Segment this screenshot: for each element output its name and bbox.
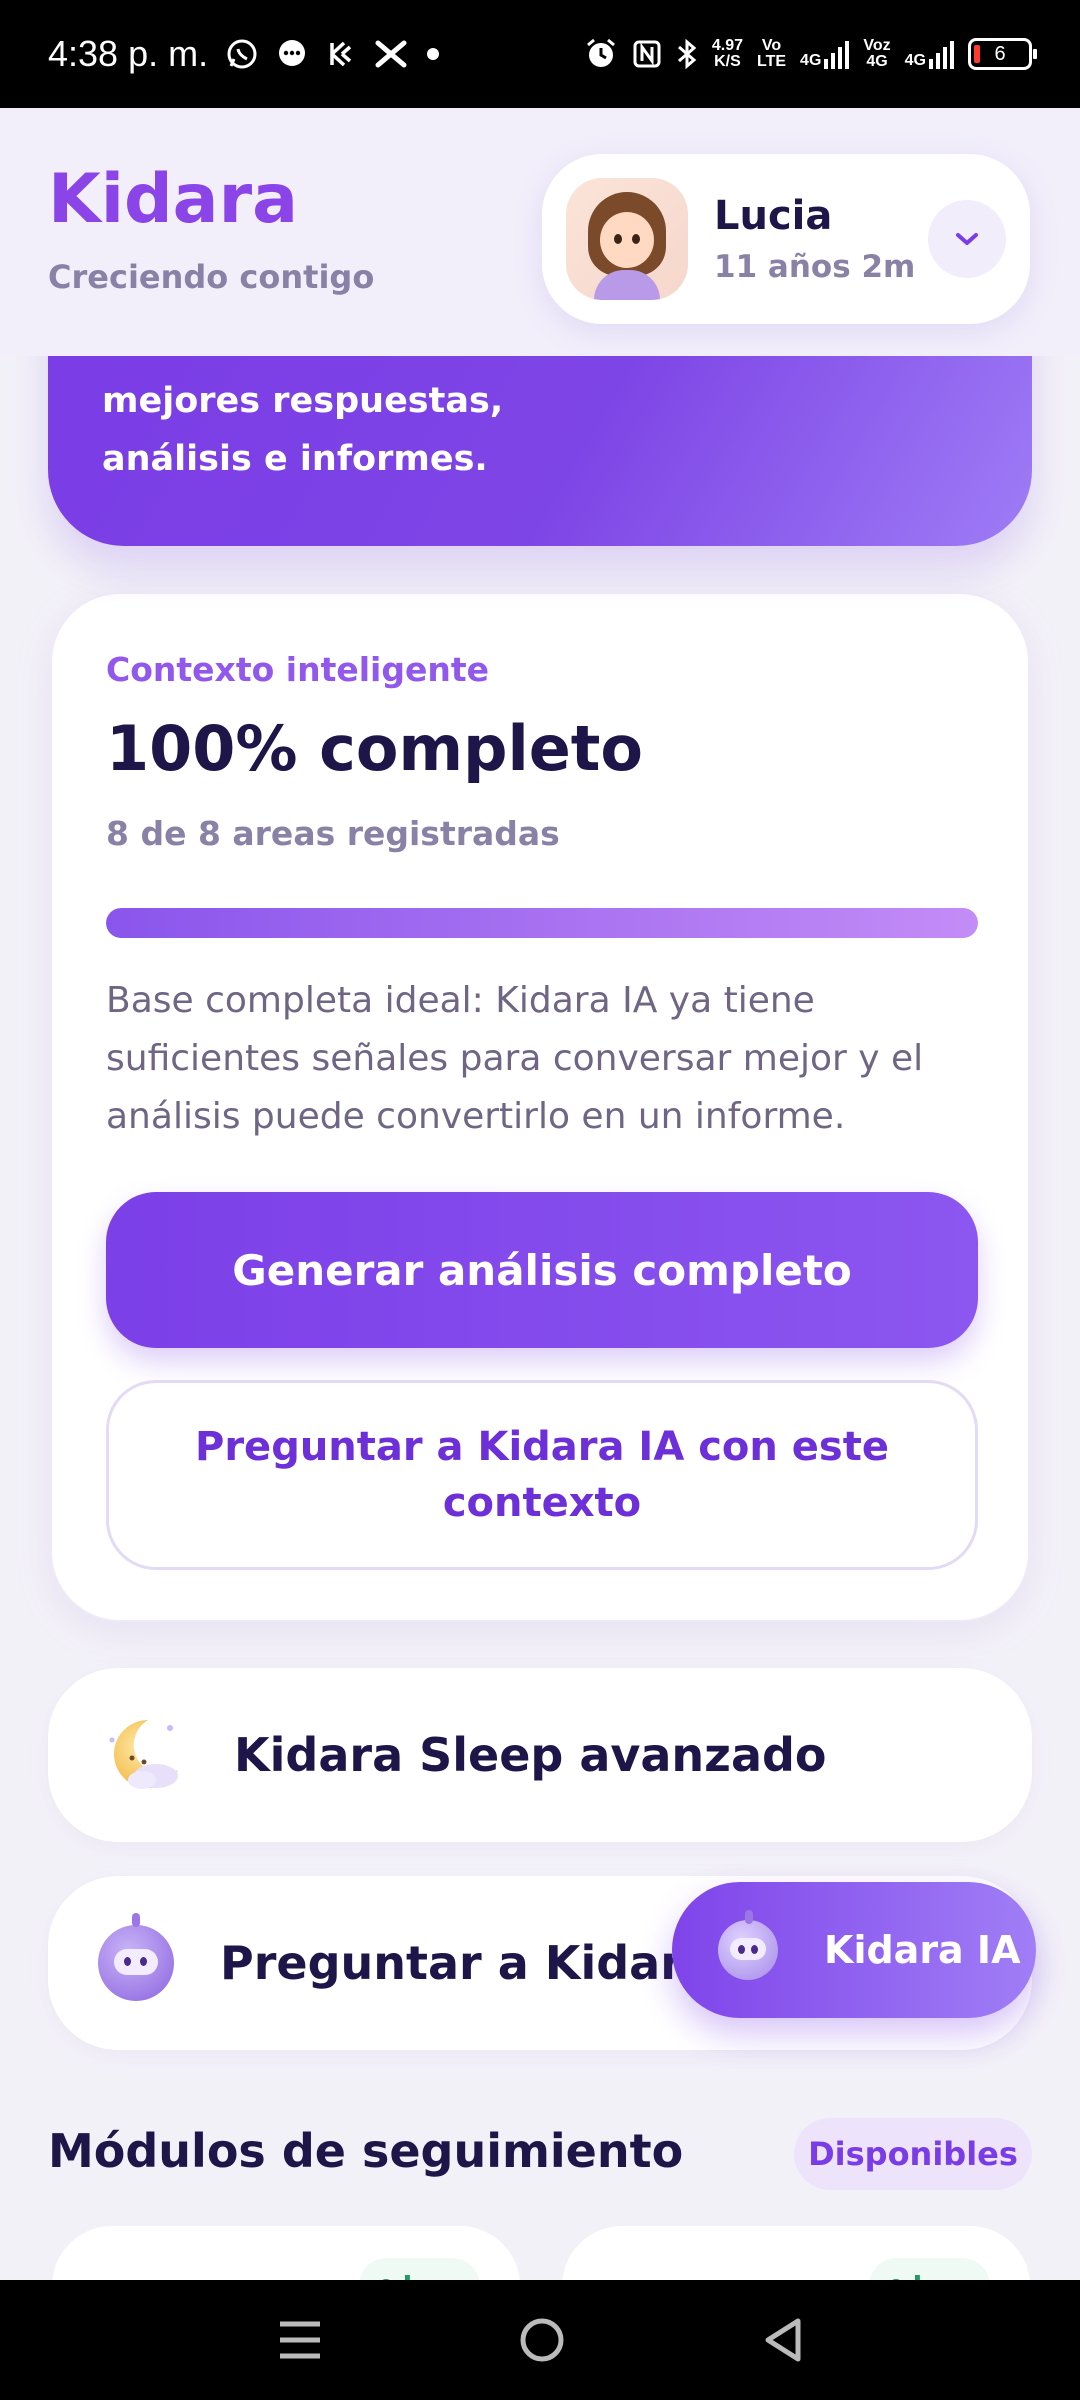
back-icon[interactable] [762,2317,802,2363]
bluetooth-icon [677,38,697,70]
profile-age: 11 años 2m [714,249,916,285]
menu-icon[interactable] [278,2320,322,2360]
data-speed: 4.97 K/S [711,37,744,70]
profile-dropdown-button[interactable] [928,200,1006,278]
signal-bars-icon [824,41,850,69]
brand-logo: Kidara [48,160,298,239]
chat-icon [279,40,306,66]
context-progress-fill [106,908,978,938]
generate-analysis-button[interactable]: Generar análisis completo [106,1192,978,1348]
app-k-icon [330,41,352,67]
promo-text: mejores respuestas, análisis e informes. [102,381,504,479]
volte-indicator: Vo LTE [757,37,787,70]
status-bar: 4:38 p. m. 4.97 K/S Vo LTE 4G Voz 4G 4G [0,0,1080,108]
smart-context-card: Contexto inteligente 100% completo 8 de … [50,592,1030,1622]
sleep-advanced-row[interactable]: Kidara Sleep avanzado [48,1668,1032,1842]
system-nav-bar [0,2280,1080,2400]
notification-icons [226,38,440,70]
voz-indicator: Voz 4G [863,37,891,70]
battery-icon: 6 [968,38,1037,70]
modules-section-title: Módulos de seguimiento [48,2124,684,2178]
alarm-icon [586,38,615,67]
home-icon[interactable] [519,2317,565,2363]
battery-level: 6 [994,42,1006,65]
app-header: Kidara Creciendo contigo Lucia 11 años 2… [0,108,1080,356]
kidara-ia-fab[interactable]: Kidara IA [672,1882,1036,2018]
child-profile-selector[interactable]: Lucia 11 años 2m [542,154,1030,324]
context-title: 100% completo [106,712,643,785]
profile-name: Lucia [714,193,833,239]
dot-icon [427,48,440,60]
system-icons: 4.97 K/S Vo LTE 4G Voz 4G 4G 6 [584,37,1037,71]
moon-icon [109,1720,178,1789]
context-label: Contexto inteligente [106,650,489,689]
context-description: Base completa ideal: Kidara IA ya tiene … [106,980,924,1137]
context-progress-bar [106,908,978,938]
ask-kidara-label: Preguntar a Kidara [220,1936,714,1990]
brand-tagline: Creciendo contigo [48,258,375,296]
avatar [566,178,688,300]
modules-available-badge: Disponibles [794,2118,1032,2190]
fab-label: Kidara IA [824,1928,1021,1972]
signal-2: 4G [905,39,954,69]
nfc-icon [633,40,661,68]
ask-ai-with-context-button[interactable]: Preguntar a Kidara IA con este contexto [106,1380,978,1570]
status-time: 4:38 p. m. [48,33,209,74]
whatsapp-icon [227,39,257,69]
chevron-down-icon [956,233,978,245]
context-subtitle: 8 de 8 areas registradas [106,814,560,853]
signal-1: 4G [800,39,850,69]
robot-icon [718,1910,778,1980]
robot-icon [98,1913,174,2001]
x-app-icon [375,40,407,68]
signal-bars-icon [929,41,954,69]
sleep-advanced-label: Kidara Sleep avanzado [234,1728,827,1782]
